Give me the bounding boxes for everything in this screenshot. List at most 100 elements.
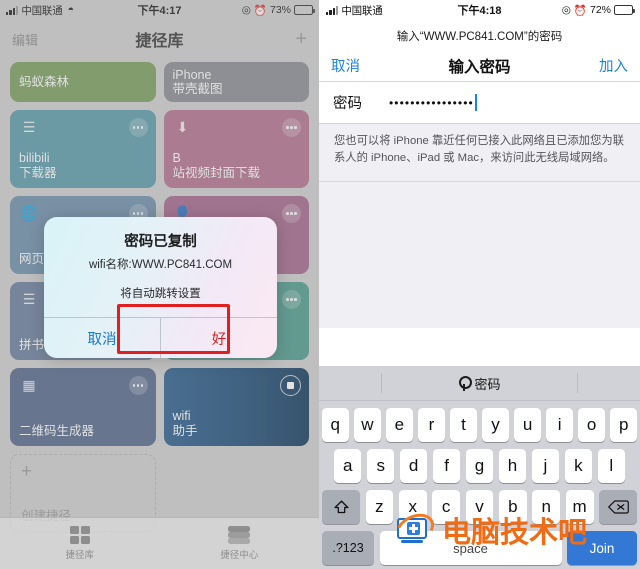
card-options-button[interactable]: [282, 118, 301, 137]
shortcut-card-ant-forest[interactable]: 蚂蚁森林: [10, 62, 156, 102]
right-status-bar: 中国联通 下午4:18 ◎ ⏰ 72%: [319, 0, 640, 20]
tab-label: 捷径中心: [220, 550, 259, 561]
shortcut-card-qrcode-generator[interactable]: ▦ 二维码生成器: [10, 368, 156, 446]
key-j[interactable]: j: [531, 449, 560, 483]
shortcut-card-wifi-assistant[interactable]: wifi 助手: [163, 368, 309, 446]
tab-shortcut-center[interactable]: 捷径中心: [160, 518, 320, 569]
key-q[interactable]: q: [322, 408, 349, 442]
card-title-line1: wifi: [172, 409, 191, 424]
key-h[interactable]: h: [498, 449, 527, 483]
quicktype-divider-right: [577, 373, 578, 393]
shortcut-card-iphone-mockup[interactable]: iPhone 带壳截图: [163, 62, 309, 102]
ios-keyboard: 密码 q w e r t y u i o p a s d f g h j k l…: [319, 366, 640, 569]
key-a[interactable]: a: [334, 449, 362, 483]
text-cursor: [474, 94, 477, 111]
shortcut-card-bilibili-downloader[interactable]: ☰ bilibili 下载器: [10, 110, 156, 188]
card-title-line1: iPhone: [172, 67, 212, 82]
key-v[interactable]: v: [465, 490, 494, 524]
key-e[interactable]: e: [386, 408, 413, 442]
key-y[interactable]: y: [482, 408, 509, 442]
quicktype-divider-left: [381, 373, 382, 393]
card-title: 蚂蚁森林: [19, 74, 70, 89]
card-title-line1: bilibili: [19, 151, 50, 166]
carrier-label: 中国联通: [341, 4, 383, 17]
password-field-wrapper: 密码 ••••••••••••••••: [319, 82, 640, 124]
card-title-line2: 下载器: [19, 165, 57, 180]
password-copied-dialog: 密码已复制 wifi名称:WWW.PC841.COM 将自动跳转设置 取消 好: [44, 217, 277, 358]
space-key[interactable]: space: [379, 531, 562, 565]
key-u[interactable]: u: [514, 408, 541, 442]
left-navbar: 编辑 捷径库 +: [0, 20, 319, 58]
key-z[interactable]: z: [365, 490, 394, 524]
key-f[interactable]: f: [432, 449, 461, 483]
dialog-message: 将自动跳转设置: [120, 288, 201, 300]
enter-password-title: 输入密码: [448, 58, 511, 76]
card-options-button[interactable]: [128, 376, 148, 395]
battery-icon: [294, 5, 315, 15]
card-options-button[interactable]: [128, 118, 148, 137]
key-i[interactable]: i: [546, 408, 573, 442]
key-r[interactable]: r: [418, 408, 445, 442]
card-title-line2: 站视频封面下载: [172, 165, 261, 180]
alarm-icon: ⏰: [573, 4, 587, 17]
keyboard-row-4: .?123 space Join: [319, 531, 640, 565]
key-n[interactable]: n: [532, 490, 561, 524]
dialog-body: 密码已复制 wifi名称:WWW.PC841.COM 将自动跳转设置: [44, 217, 277, 317]
card-title-line1: B: [172, 151, 181, 166]
password-row[interactable]: 密码 ••••••••••••••••: [319, 82, 640, 124]
page-title: 捷径库: [135, 33, 184, 50]
key-g[interactable]: g: [465, 449, 494, 483]
keyboard-row-1: q w e r t y u i o p: [319, 408, 640, 442]
key-p[interactable]: p: [610, 408, 637, 442]
grid-icon: [69, 525, 90, 545]
card-options-button[interactable]: [282, 204, 301, 223]
password-input[interactable]: ••••••••••••••••: [389, 97, 474, 109]
battery-percent-label: 73%: [269, 4, 291, 16]
key-t[interactable]: t: [450, 408, 477, 442]
signal-bars-icon: [326, 5, 339, 15]
layers-icon: [228, 526, 251, 544]
keyboard-row-2: a s d f g h j k l: [319, 449, 640, 483]
shortcut-card-bilibili-cover-download[interactable]: ⬇ B 站视频封面下载: [163, 110, 309, 188]
key-x[interactable]: x: [398, 490, 427, 524]
battery-icon: [614, 5, 635, 15]
wifi-icon: ◓: [67, 3, 75, 16]
numbers-key[interactable]: .?123: [322, 531, 374, 565]
dialog-subtitle: wifi名称:WWW.PC841.COM: [88, 259, 233, 271]
stop-running-button[interactable]: [280, 375, 301, 396]
plus-icon: +: [21, 461, 33, 482]
right-phone-panel: 中国联通 下午4:18 ◎ ⏰ 72% 输入“WWW.PC841.COM”的密码…: [319, 0, 640, 569]
status-right-group: ◎ ⏰ 72%: [562, 4, 635, 17]
key-k[interactable]: k: [564, 449, 593, 483]
key-b[interactable]: b: [498, 490, 527, 524]
key-d[interactable]: d: [399, 449, 428, 483]
alarm-icon: ⏰: [253, 4, 267, 17]
shift-icon[interactable]: [322, 490, 360, 524]
qrcode-icon: ▦: [22, 376, 36, 393]
key-w[interactable]: w: [354, 408, 381, 442]
key-o[interactable]: o: [578, 408, 605, 442]
key-l[interactable]: l: [597, 449, 625, 483]
keyboard-row-3: z x c v b n m: [319, 490, 640, 524]
rotation-lock-icon: ◎: [241, 4, 251, 16]
key-c[interactable]: c: [432, 490, 461, 524]
wifi-share-note: 您也可以将 iPhone 靠近任何已接入此网络且已添加您为联系人的 iPhone…: [319, 124, 640, 182]
battery-percent-label: 72%: [589, 4, 611, 16]
key-m[interactable]: m: [565, 490, 594, 524]
left-phone-panel: 中国联通 ◓ 下午4:17 ◎ ⏰ 73% 编辑 捷径库 + 蚂蚁森林 iPho…: [0, 0, 319, 569]
dialog-confirm-button[interactable]: 好: [160, 318, 277, 358]
tab-shortcut-library[interactable]: 捷径库: [0, 518, 160, 569]
password-suggestion[interactable]: 密码: [474, 374, 500, 393]
card-options-button[interactable]: [282, 290, 301, 309]
right-navbar: 取消 输入密码 加入: [319, 50, 640, 82]
return-join-key[interactable]: Join: [567, 531, 637, 565]
key-s[interactable]: s: [366, 449, 395, 483]
download-icon: ⬇: [176, 118, 189, 135]
quicktype-bar: 密码: [319, 366, 640, 401]
empty-area: [319, 181, 640, 328]
dialog-actions: 取消 好: [44, 317, 277, 358]
backspace-icon[interactable]: [599, 490, 638, 524]
screenshot-root: 中国联通 ◓ 下午4:17 ◎ ⏰ 73% 编辑 捷径库 + 蚂蚁森林 iPho…: [0, 0, 640, 569]
card-title-line2: 助手: [172, 423, 198, 438]
dialog-cancel-button[interactable]: 取消: [44, 318, 160, 358]
